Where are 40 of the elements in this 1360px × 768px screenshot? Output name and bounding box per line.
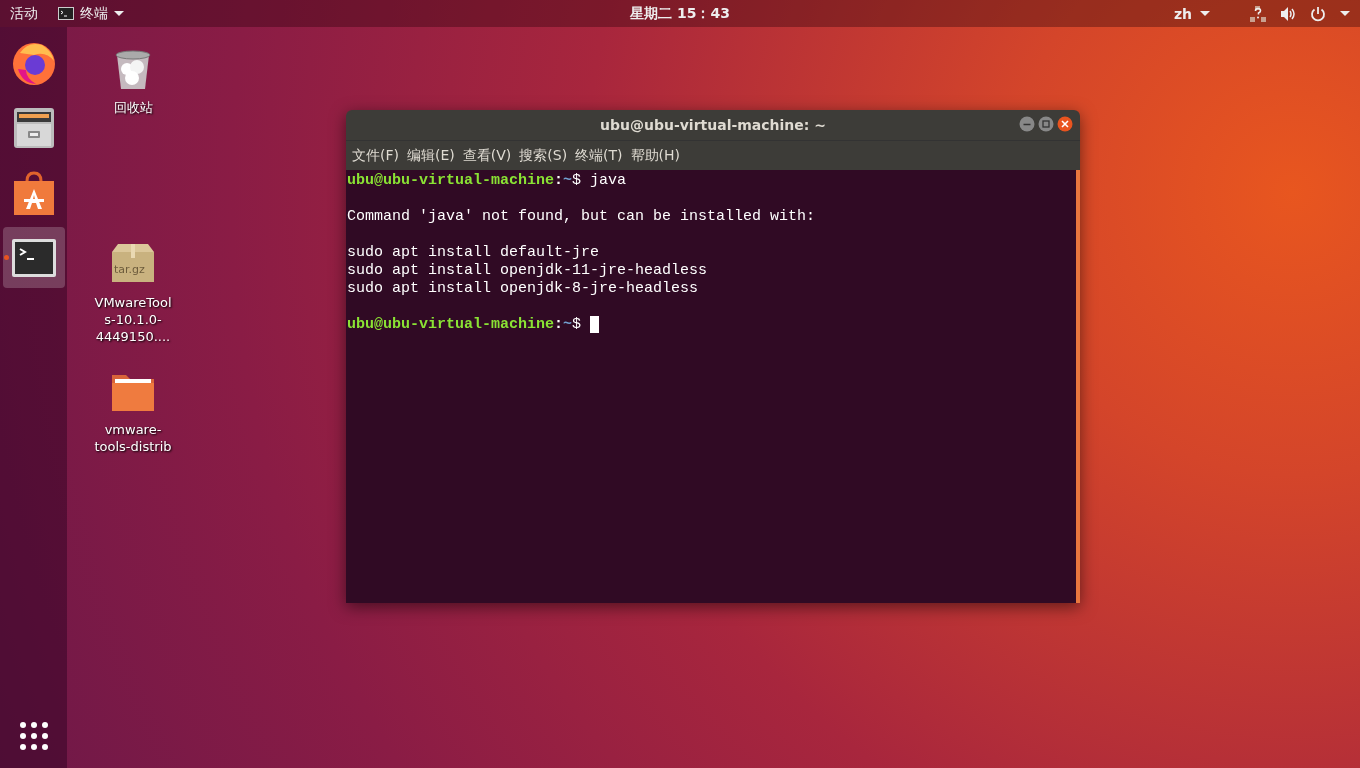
window-title: ubu@ubu-virtual-machine: ~ [600,117,826,133]
desktop-icon-label[interactable]: VMwareTools-10.1.0-4449150.... [94,294,172,345]
prompt-symbol: $ [572,316,582,334]
clock[interactable]: 星期二 15：43 [620,4,740,23]
output-line: sudo apt install openjdk-8-jre-headless [347,280,699,298]
power-icon [1310,5,1326,22]
dock-item[interactable] [2,227,65,288]
activities-button[interactable]: 活动 [0,4,48,23]
terminal-icon [58,7,74,20]
app-menu[interactable]: 终端 [48,4,134,23]
menu-item[interactable]: 搜索(S) [515,146,572,165]
desktop-icon-label[interactable]: vmware-tools-distrib [94,421,172,455]
command-text: java [590,172,627,190]
prompt-path: ~ [563,316,573,334]
output-line: sudo apt install default-jre [347,244,600,262]
menu-item[interactable]: 帮助(H) [626,146,685,165]
caret-icon [1340,11,1350,16]
prompt-symbol: $ [572,172,582,190]
caret-icon [114,11,124,16]
prompt-path: ~ [563,172,573,190]
menu-item[interactable]: 查看(V) [458,146,516,165]
caret-icon [1200,11,1210,16]
scrollbar[interactable] [1076,170,1080,603]
output-line: sudo apt install openjdk-11-jre-headless [347,262,708,280]
network-question-icon [1250,5,1266,22]
prompt-user: ubu@ubu-virtual-machine [347,172,555,190]
volume-icon [1280,5,1296,22]
file-type-label: tar.gz [114,263,145,276]
menu-item[interactable]: 文件(F) [348,146,403,165]
desktop-icon-label[interactable]: 回收站 [94,99,172,116]
input-method-menu[interactable]: zh [1163,5,1220,22]
menu-item[interactable]: 编辑(E) [403,146,459,165]
prompt-user: ubu@ubu-virtual-machine [347,316,555,334]
prompt-separator: : [554,172,564,190]
grid-icon [19,722,48,750]
menu-item[interactable]: 终端(T) [571,146,627,165]
close-button[interactable] [1057,116,1073,132]
minimize-button[interactable] [1019,116,1035,132]
prompt-separator: : [554,316,564,334]
output-line: Command 'java' not found, but can be installed with: [347,208,816,226]
